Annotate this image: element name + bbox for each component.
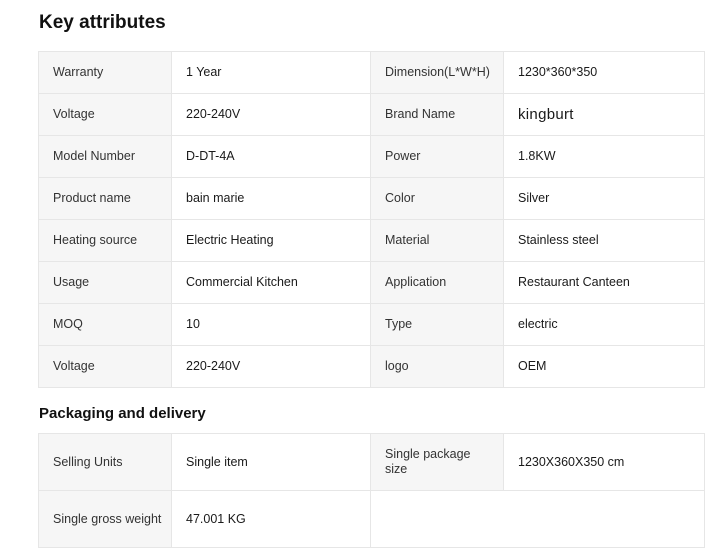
key-attributes-title: Key attributes	[39, 12, 166, 33]
table-row: Warranty 1 Year Dimension(L*W*H) 1230*36…	[38, 51, 705, 94]
attribute-value: Restaurant Canteen	[503, 261, 705, 304]
attribute-label: Brand Name	[370, 93, 504, 136]
packaging-table: Selling Units Single item Single package…	[38, 433, 705, 548]
table-row: Selling Units Single item Single package…	[38, 433, 705, 491]
attribute-value: 220-240V	[171, 93, 371, 136]
attribute-value: bain marie	[171, 177, 371, 220]
empty-cell	[370, 490, 705, 548]
attribute-value: electric	[503, 303, 705, 346]
attribute-label: Selling Units	[38, 433, 172, 491]
attribute-value: 220-240V	[171, 345, 371, 388]
attribute-label: Voltage	[38, 345, 172, 388]
table-row: Usage Commercial Kitchen Application Res…	[38, 261, 705, 304]
attribute-value: Stainless steel	[503, 219, 705, 262]
attribute-label: Application	[370, 261, 504, 304]
attribute-value: D-DT-4A	[171, 135, 371, 178]
brand-name-value: kingburt	[503, 93, 705, 136]
table-row: MOQ 10 Type electric	[38, 303, 705, 346]
attribute-label: Power	[370, 135, 504, 178]
attribute-label: Type	[370, 303, 504, 346]
attribute-value: Commercial Kitchen	[171, 261, 371, 304]
attribute-value: Silver	[503, 177, 705, 220]
packaging-title: Packaging and delivery	[39, 405, 206, 422]
attribute-value: 1230*360*350	[503, 51, 705, 94]
attribute-label: Warranty	[38, 51, 172, 94]
attribute-label: Single package size	[370, 433, 504, 491]
attribute-label: Color	[370, 177, 504, 220]
table-row: Single gross weight 47.001 KG	[38, 490, 705, 548]
attribute-label: Single gross weight	[38, 490, 172, 548]
attribute-label: MOQ	[38, 303, 172, 346]
key-attributes-table: Warranty 1 Year Dimension(L*W*H) 1230*36…	[38, 51, 705, 388]
attribute-label: Usage	[38, 261, 172, 304]
table-row: Model Number D-DT-4A Power 1.8KW	[38, 135, 705, 178]
attribute-value: Single item	[171, 433, 371, 491]
attribute-label: Product name	[38, 177, 172, 220]
attribute-label: logo	[370, 345, 504, 388]
table-row: Voltage 220-240V logo OEM	[38, 345, 705, 388]
attribute-value: 47.001 KG	[171, 490, 371, 548]
attribute-label: Material	[370, 219, 504, 262]
attribute-value: 1.8KW	[503, 135, 705, 178]
product-attributes-page: Key attributes Warranty 1 Year Dimension…	[0, 0, 720, 559]
attribute-value: 1 Year	[171, 51, 371, 94]
table-row: Product name bain marie Color Silver	[38, 177, 705, 220]
attribute-value: 10	[171, 303, 371, 346]
attribute-value: OEM	[503, 345, 705, 388]
attribute-label: Voltage	[38, 93, 172, 136]
table-row: Heating source Electric Heating Material…	[38, 219, 705, 262]
attribute-value: Electric Heating	[171, 219, 371, 262]
attribute-label: Model Number	[38, 135, 172, 178]
attribute-label: Heating source	[38, 219, 172, 262]
table-row: Voltage 220-240V Brand Name kingburt	[38, 93, 705, 136]
attribute-label: Dimension(L*W*H)	[370, 51, 504, 94]
attribute-value: 1230X360X350 cm	[503, 433, 705, 491]
